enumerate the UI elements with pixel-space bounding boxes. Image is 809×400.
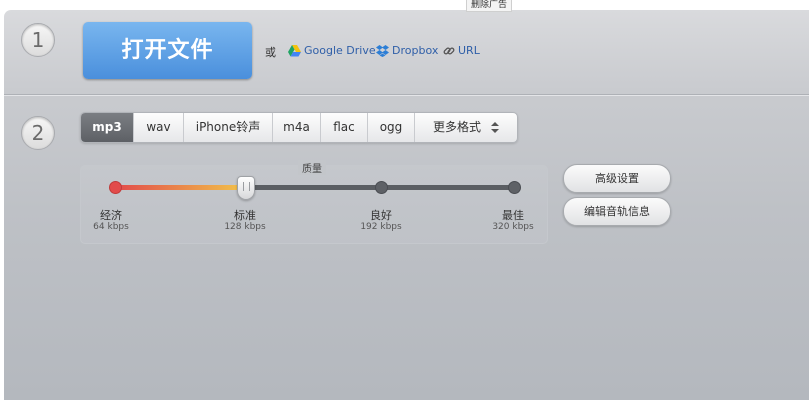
format-mp3[interactable]: mp3 — [81, 113, 134, 142]
quality-stop-best[interactable] — [508, 181, 521, 194]
updown-arrows-icon — [491, 122, 499, 133]
step-2-badge: 2 — [21, 116, 55, 150]
step-1-badge: 1 — [21, 23, 55, 57]
quality-rate-best: 320 kbps — [492, 222, 534, 232]
quality-label-economy: 经济 — [100, 209, 122, 222]
quality-slider-handle[interactable] — [237, 176, 255, 200]
link-icon — [443, 46, 455, 55]
quality-stop-good[interactable] — [375, 181, 388, 194]
quality-label-standard: 标准 — [234, 209, 256, 222]
advanced-settings-button[interactable]: 高级设置 — [563, 164, 671, 193]
format-m4a[interactable]: m4a — [273, 113, 321, 142]
more-formats-dropdown[interactable]: 更多格式 — [415, 113, 517, 142]
more-formats-label: 更多格式 — [432, 120, 481, 134]
open-file-button[interactable]: 打开文件 — [83, 22, 252, 79]
google-drive-link[interactable]: Google Drive — [288, 44, 376, 57]
quality-rate-good: 192 kbps — [360, 222, 402, 232]
google-drive-icon — [288, 44, 301, 56]
quality-title: 质量 — [298, 160, 326, 175]
format-ogg[interactable]: ogg — [368, 113, 415, 142]
quality-slider-fill — [116, 185, 245, 190]
google-drive-label: Google Drive — [304, 44, 376, 57]
quality-label-good: 良好 — [370, 209, 392, 222]
url-link[interactable]: URL — [443, 44, 480, 57]
handle-grip-icon — [243, 182, 250, 191]
quality-stop-economy[interactable] — [109, 181, 122, 194]
quality-panel — [80, 165, 548, 244]
quality-rate-standard: 128 kbps — [224, 222, 266, 232]
or-label: 或 — [265, 46, 276, 59]
quality-label-best: 最佳 — [502, 209, 524, 222]
format-flac[interactable]: flac — [321, 113, 368, 142]
edit-track-info-button[interactable]: 编辑音轨信息 — [563, 197, 671, 226]
format-selector: mp3 wav iPhone铃声 m4a flac ogg 更多格式 — [80, 112, 518, 143]
format-wav[interactable]: wav — [134, 113, 184, 142]
url-label: URL — [458, 44, 480, 57]
step-divider — [4, 94, 809, 95]
quality-rate-economy: 64 kbps — [93, 222, 129, 232]
dropbox-link[interactable]: Dropbox — [376, 44, 438, 57]
dropbox-icon — [376, 44, 389, 57]
dropbox-label: Dropbox — [392, 44, 439, 57]
format-iphone-ringtone[interactable]: iPhone铃声 — [184, 113, 273, 142]
remove-ads-tab[interactable]: 删除广告 — [466, 0, 513, 12]
